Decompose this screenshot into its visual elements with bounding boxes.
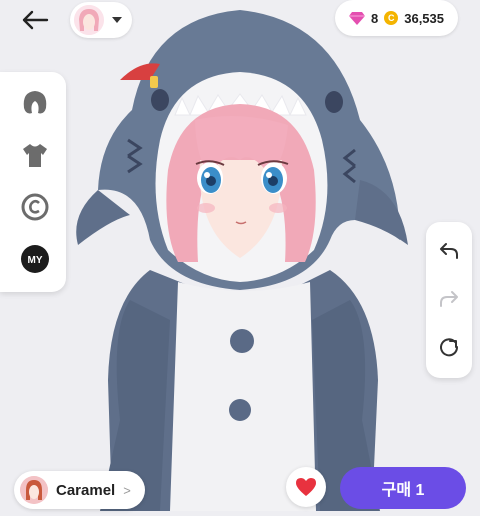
- character-name-chip[interactable]: Caramel >: [14, 471, 145, 509]
- chevron-right-icon: >: [123, 482, 131, 498]
- character-avatar: [20, 476, 48, 504]
- back-button[interactable]: [18, 6, 52, 34]
- svg-text:MY: MY: [28, 255, 43, 266]
- undo-button[interactable]: [434, 236, 464, 266]
- buy-button[interactable]: 구매 1: [340, 467, 466, 509]
- my-icon: MY: [21, 245, 49, 273]
- avatar-thumbnail: [74, 5, 104, 35]
- category-toolbar: MY: [0, 72, 66, 292]
- character-name: Caramel: [56, 481, 116, 499]
- tool-clothing[interactable]: [18, 138, 52, 172]
- currency-balance[interactable]: 8 C 36,535: [335, 0, 458, 36]
- avatar-character[interactable]: [0, 0, 480, 511]
- gem-icon: [349, 12, 365, 25]
- tool-hair[interactable]: [18, 86, 52, 120]
- redo-button[interactable]: [434, 284, 464, 314]
- favorite-button[interactable]: [286, 467, 326, 507]
- coin-icon: C: [384, 11, 399, 25]
- coin-count: 36,535: [404, 10, 444, 26]
- gem-count: 8: [371, 10, 379, 26]
- arrow-left-icon: [22, 10, 49, 30]
- redo-icon: [440, 291, 458, 307]
- tool-my[interactable]: MY: [18, 242, 52, 276]
- undo-icon: [440, 243, 458, 259]
- avatar-viewport[interactable]: [0, 0, 480, 511]
- heart-icon: [296, 478, 316, 496]
- chevron-down-icon: [112, 17, 122, 23]
- tool-copyright[interactable]: [18, 190, 52, 224]
- avatar-switcher-button[interactable]: [70, 2, 132, 38]
- reset-button[interactable]: [434, 332, 464, 362]
- reset-icon: [440, 338, 459, 357]
- hair-icon: [23, 91, 47, 114]
- history-toolbar: [426, 222, 472, 378]
- clothing-icon: [23, 144, 47, 167]
- copyright-icon: [21, 193, 49, 221]
